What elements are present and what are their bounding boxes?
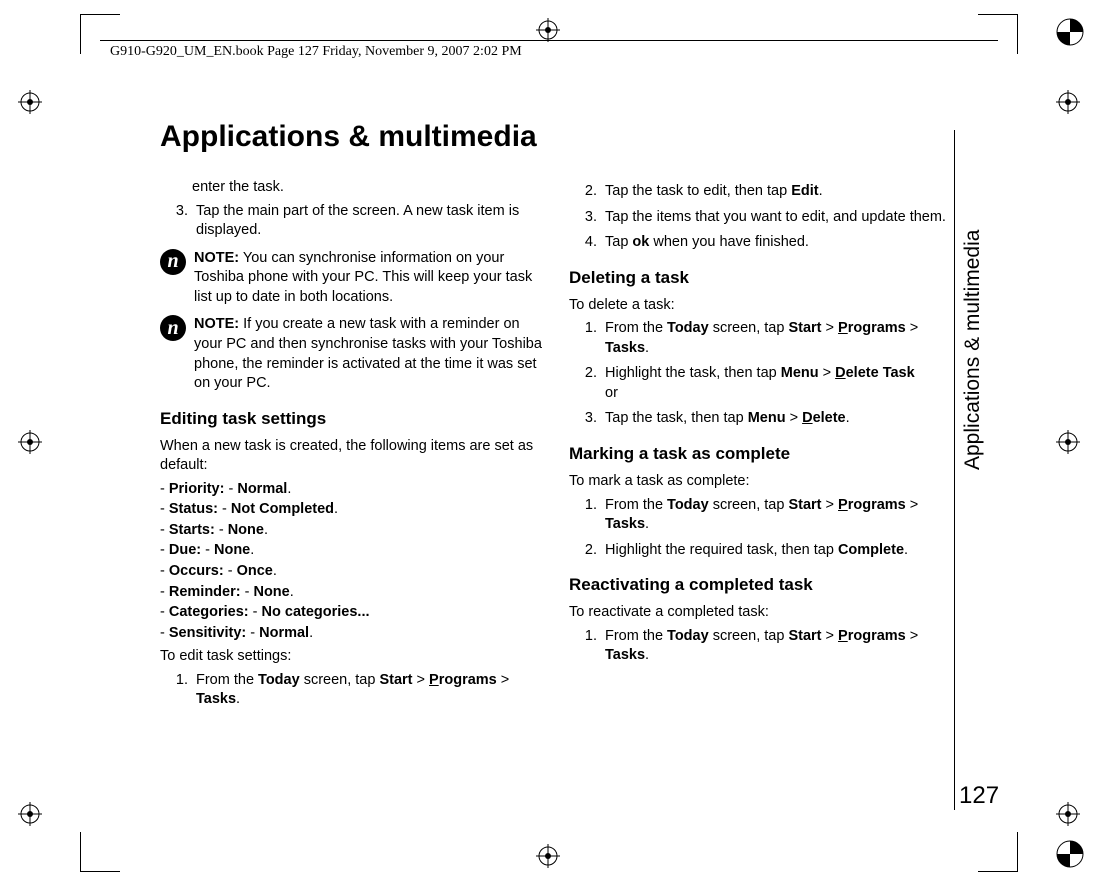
note-block: n NOTE: NOTE: You can synchronise inform… bbox=[160, 249, 551, 308]
note-text: NOTE: NOTE: If you create a new task wit… bbox=[194, 315, 551, 393]
subheading-deleting: Deleting a task bbox=[569, 267, 960, 290]
paragraph: When a new task is created, the followin… bbox=[160, 437, 551, 476]
list-item: Highlight the required task, then tap Co… bbox=[601, 541, 960, 561]
subheading-editing: Editing task settings bbox=[160, 408, 551, 431]
paragraph: To edit task settings: bbox=[160, 647, 551, 667]
list-item: From the Today screen, tap Start > Progr… bbox=[601, 319, 960, 358]
registration-mark-icon bbox=[536, 844, 560, 868]
registration-mark-icon bbox=[1056, 430, 1080, 454]
list-item: From the Today screen, tap Start > Progr… bbox=[192, 671, 551, 710]
page-number: 127 bbox=[959, 782, 999, 810]
pinwheel-icon bbox=[1056, 18, 1084, 46]
note-block: n NOTE: NOTE: If you create a new task w… bbox=[160, 315, 551, 393]
section-label: Applications & multimedia bbox=[961, 230, 985, 470]
crop-mark-icon bbox=[958, 14, 1018, 74]
crop-mark-icon bbox=[958, 812, 1018, 872]
paragraph: To mark a task as complete: bbox=[569, 472, 960, 492]
list-item: From the Today screen, tap Start > Progr… bbox=[601, 496, 960, 535]
paragraph: To delete a task: bbox=[569, 296, 960, 316]
running-header: G910-G920_UM_EN.book Page 127 Friday, No… bbox=[110, 44, 522, 60]
subheading-marking: Marking a task as complete bbox=[569, 443, 960, 466]
list-item: Highlight the task, then tap Menu > Dele… bbox=[601, 364, 960, 403]
list-item: Tap the task, then tap Menu > Delete. bbox=[601, 409, 960, 429]
registration-mark-icon bbox=[18, 430, 42, 454]
subheading-reactivating: Reactivating a completed task bbox=[569, 574, 960, 597]
note-text: NOTE: NOTE: You can synchronise informat… bbox=[194, 249, 551, 308]
page-title: Applications & multimedia bbox=[160, 120, 960, 154]
defaults-list: - Priority: - Normal. - Status: - Not Co… bbox=[160, 480, 551, 644]
note-icon: n bbox=[160, 315, 186, 341]
registration-mark-icon bbox=[18, 90, 42, 114]
pinwheel-icon bbox=[1056, 840, 1084, 868]
list-item: Tap the main part of the screen. A new t… bbox=[192, 202, 551, 241]
list-item: Tap ok when you have finished. bbox=[601, 233, 960, 253]
registration-mark-icon bbox=[18, 802, 42, 826]
left-column: enter the task. Tap the main part of the… bbox=[160, 178, 551, 716]
page-body: Applications & multimedia enter the task… bbox=[160, 120, 960, 800]
crop-mark-icon bbox=[80, 812, 140, 872]
registration-mark-icon bbox=[536, 18, 560, 42]
paragraph: To reactivate a completed task: bbox=[569, 603, 960, 623]
registration-mark-icon bbox=[1056, 90, 1080, 114]
list-item: From the Today screen, tap Start > Progr… bbox=[601, 627, 960, 666]
right-column: Tap the task to edit, then tap Edit. Tap… bbox=[569, 178, 960, 716]
note-icon: n bbox=[160, 249, 186, 275]
crop-mark-icon bbox=[80, 14, 140, 74]
continuation-text: enter the task. bbox=[160, 178, 551, 198]
list-item: Tap the items that you want to edit, and… bbox=[601, 208, 960, 228]
registration-mark-icon bbox=[1056, 802, 1080, 826]
list-item: Tap the task to edit, then tap Edit. bbox=[601, 182, 960, 202]
